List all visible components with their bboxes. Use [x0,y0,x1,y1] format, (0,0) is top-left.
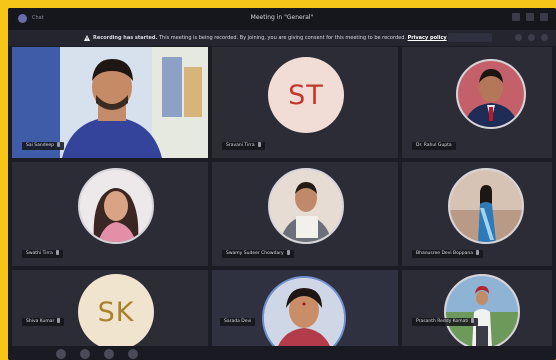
participant-name: Sai Sandeep [22,142,65,150]
warning-icon [84,35,90,41]
minimize-button[interactable] [512,13,520,21]
participant-name: Sarada Devi [220,318,256,326]
participant-name: Dr. Rahul Gupta [412,142,456,150]
participant-tile[interactable]: Dr. Rahul Gupta [402,47,552,158]
banner-text: Recording has started. This meeting is b… [93,30,447,46]
taskbar-app-icon[interactable] [80,349,90,359]
participant-avatar [268,168,344,244]
taskbar-app-icon[interactable] [56,349,66,359]
teams-meeting-window: Chat Meeting in "General" Recording has … [8,8,556,360]
window-controls [512,13,548,21]
participant-name: Prasanth Reddy Komati [412,318,479,326]
participant-photo [458,61,524,127]
participant-name: Shiva Kumar [22,318,65,326]
participant-photo [80,170,152,242]
participant-tile[interactable]: Sai Sandeep [12,47,208,158]
avatar-initials: SK [97,296,135,328]
privacy-policy-link[interactable]: Privacy policy [408,35,447,41]
mic-icon [57,142,61,147]
avatar-initials: ST [288,79,324,111]
taskbar-app-icon[interactable] [128,349,138,359]
participant-avatar [262,276,346,346]
recording-banner: Recording has started. This meeting is b… [8,30,556,46]
mic-icon [286,250,290,255]
mic-icon [471,318,475,323]
banner-body-text: This meeting is being recorded. By joini… [159,35,406,41]
mic-icon [55,250,59,255]
participant-photo [264,278,344,346]
participant-tile[interactable]: Prasanth Reddy Komati [402,270,552,346]
participant-photo [270,170,342,242]
title-bar: Chat Meeting in "General" [8,8,556,30]
more-options-icon[interactable] [541,34,548,41]
meeting-tools [515,34,548,41]
people-icon[interactable] [515,34,522,41]
participant-tile[interactable]: Bhanusree Devi Boppana [402,162,552,266]
participant-grid: Sai Sandeep ST Sravani Tirra Dr. Rahul G… [8,46,556,360]
participant-tile[interactable]: Swathi Tirra [12,162,208,266]
mic-icon [475,250,479,255]
participant-name: Swamy Sudeer Chowdary [222,250,294,258]
participant-name: Sravani Tirra [222,142,265,150]
participant-tile[interactable]: Swamy Sudeer Chowdary [212,162,398,266]
participant-tile[interactable]: ST Sravani Tirra [212,47,398,158]
participant-avatar: SK [78,274,154,346]
participant-name: Bhanusree Devi Boppana [412,250,483,258]
maximize-button[interactable] [526,13,534,21]
taskbar-icons [56,349,138,359]
participant-tile[interactable]: Sarada Devi [212,270,398,346]
participant-avatar [448,168,524,244]
mic-icon [57,318,61,323]
close-button[interactable] [540,13,548,21]
participant-photo [446,276,518,346]
meeting-title: Meeting in "General" [250,14,314,21]
taskbar [8,346,556,360]
participant-avatar: ST [268,57,344,133]
taskbar-app-icon[interactable] [104,349,114,359]
banner-strong-text: Recording has started. [93,35,158,41]
meeting-toolbar-button[interactable] [448,33,492,42]
participant-avatar [456,59,526,129]
participant-tile[interactable]: SK Shiva Kumar [12,270,208,346]
participant-avatar [78,168,154,244]
chat-icon[interactable] [528,34,535,41]
participant-name: Swathi Tirra [22,250,63,258]
mic-icon [257,142,261,147]
participant-photo [450,170,522,242]
participant-avatar [444,274,520,346]
